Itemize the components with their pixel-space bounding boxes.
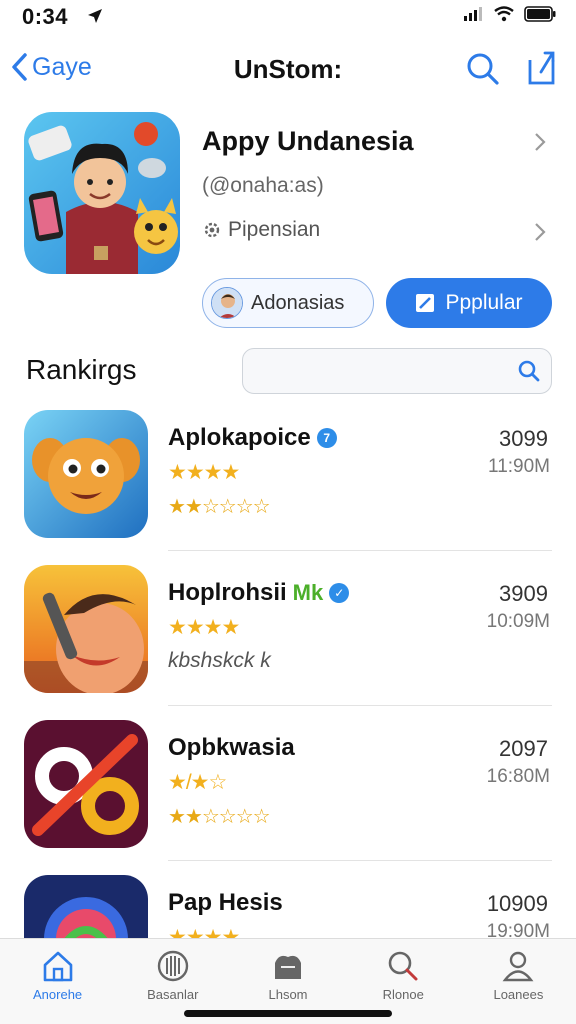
globe-icon	[157, 950, 188, 982]
status-bar: 0:34	[0, 0, 576, 36]
app-rank: 3909	[499, 581, 548, 606]
wifi-icon	[494, 6, 514, 22]
featured-app: Appy Undanesia (@onaha:as) Pipensian Ado…	[24, 112, 552, 332]
search-input[interactable]	[253, 349, 503, 391]
status-indicators	[464, 6, 556, 22]
divider	[168, 705, 552, 706]
app-name: Hoplrohsii Mk ✓	[168, 579, 350, 607]
rating-stars: ★/★☆	[168, 771, 227, 794]
navigation-bar: Gaye UnStom:	[0, 44, 576, 98]
list-item[interactable]: Opbkwasia ★/★☆ ★★☆☆☆☆ 2097 16:80M	[0, 718, 576, 873]
rankings-header: Rankirgs	[24, 348, 552, 398]
category-label: Pipensian	[228, 218, 321, 241]
app-size: 11:90M	[488, 456, 550, 477]
person-icon	[502, 951, 534, 982]
tab-label: Lhsom	[268, 987, 308, 1002]
chevron-right-icon[interactable]	[534, 222, 546, 242]
home-icon	[43, 951, 72, 982]
rating-stars-secondary: ★★☆☆☆☆	[168, 496, 271, 518]
app-name: Aplokapoice 7	[168, 424, 337, 452]
rating-stars-secondary: ★★☆☆☆☆	[168, 806, 271, 828]
badge-icon: Mk	[292, 580, 324, 605]
rating-stars: ★★★★	[168, 616, 240, 639]
app-subtext: kbshskck k	[168, 649, 271, 672]
featured-app-icon[interactable]	[24, 112, 180, 274]
tab-label: Anorehe	[33, 987, 83, 1002]
list-item[interactable]: Aplokapoice 7 ★★★★ ★★☆☆☆☆ 3099 11:90M	[0, 408, 576, 563]
app-rank: 2097	[499, 736, 548, 761]
back-label: Gaye	[32, 52, 92, 81]
popular-label: Ppplular	[445, 291, 523, 314]
section-title: Rankirgs	[26, 354, 137, 385]
avatar	[211, 287, 243, 319]
list-item[interactable]: Hoplrohsii Mk ✓ ★★★★ kbshskck k 3909 10:…	[0, 563, 576, 718]
chevron-left-icon	[12, 53, 27, 81]
app-size: 16:80M	[486, 766, 550, 787]
verified-badge-icon: 7	[316, 428, 337, 448]
app-size: 10:09M	[486, 611, 550, 632]
search-field[interactable]	[242, 348, 552, 394]
gear-icon	[204, 222, 220, 238]
tab-label: Rlonoe	[382, 987, 424, 1002]
signal-icon	[464, 7, 482, 21]
share-icon[interactable]	[524, 50, 558, 86]
app-icon	[24, 410, 148, 538]
popular-button[interactable]: Ppplular	[386, 278, 552, 328]
search-icon	[388, 951, 418, 981]
divider	[168, 550, 552, 551]
featured-app-category[interactable]: Pipensian	[202, 218, 320, 242]
app-rank: 3099	[499, 426, 548, 451]
tab-home[interactable]: Anorehe	[0, 939, 115, 1024]
app-name: Opbkwasia	[168, 734, 295, 761]
chevron-right-icon[interactable]	[534, 132, 546, 152]
battery-icon	[524, 6, 556, 22]
app-name: Pap Hesis	[168, 889, 283, 916]
rankings-list: Aplokapoice 7 ★★★★ ★★☆☆☆☆ 3099 11:90M Ho…	[0, 408, 576, 1024]
search-icon[interactable]	[517, 359, 541, 383]
status-time: 0:34	[22, 4, 69, 29]
app-icon	[24, 565, 148, 693]
tab-label: Loanees	[493, 987, 544, 1002]
search-icon[interactable]	[466, 52, 500, 86]
featured-app-subtitle: (@onaha:as)	[202, 174, 324, 197]
cloud-icon	[275, 955, 301, 979]
developer-label: Adonasias	[251, 291, 345, 314]
rating-stars: ★★★★	[168, 461, 240, 484]
home-indicator	[184, 1010, 392, 1017]
back-button[interactable]: Gaye	[10, 52, 92, 82]
verified-badge-icon: ✓	[329, 583, 350, 603]
app-rank: 10909	[486, 891, 548, 916]
tab-label: Basanlar	[147, 987, 199, 1002]
divider	[168, 860, 552, 861]
featured-app-title[interactable]: Appy Undanesia	[202, 126, 414, 157]
location-arrow-icon	[88, 9, 102, 23]
tab-account[interactable]: Loanees	[461, 939, 576, 1024]
edit-icon	[416, 294, 435, 312]
app-icon	[24, 720, 148, 848]
developer-button[interactable]: Adonasias	[202, 278, 374, 328]
